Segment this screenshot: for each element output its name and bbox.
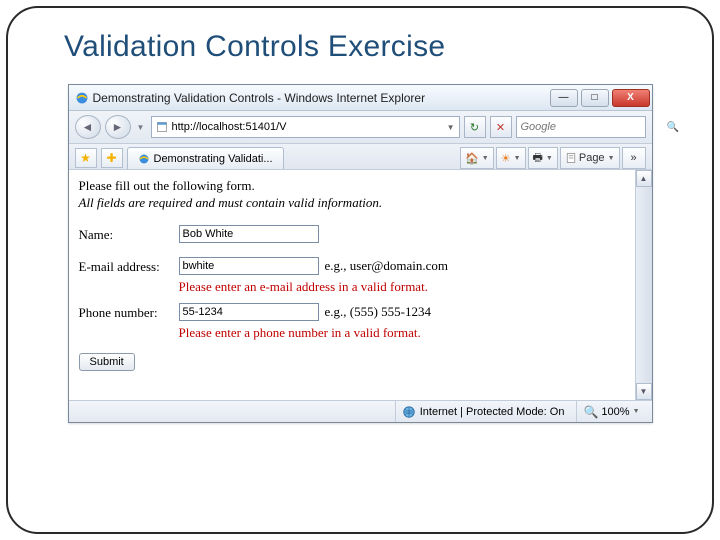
maximize-icon: □ [591,92,597,103]
chevron-right-icon: » [630,152,636,164]
search-box[interactable]: 🔍 [516,116,646,138]
minimize-button[interactable]: — [550,89,578,107]
back-arrow-icon: ◄ [82,120,94,134]
page-menu-button[interactable]: Page▼ [560,147,620,169]
feeds-icon: ☀ [501,152,511,165]
vertical-scrollbar[interactable]: ▲ ▼ [635,170,652,400]
ie-logo-icon [75,91,89,105]
scroll-up-button[interactable]: ▲ [636,170,652,187]
page-favicon-icon [156,121,168,133]
error-phone: Please enter a phone number in a valid f… [179,325,625,341]
forward-button[interactable]: ► [105,115,131,139]
zoom-text: 100% [601,406,629,418]
instruction-line-2: All fields are required and must contain… [79,195,625,211]
maximize-button[interactable]: □ [581,89,609,107]
nav-history-dropdown[interactable]: ▼ [135,115,147,139]
scroll-down-button[interactable]: ▼ [636,383,652,400]
home-icon: 🏠 [465,152,479,165]
stop-button[interactable]: ✕ [490,116,512,138]
zoom-control[interactable]: 🔍 100% ▼ [576,401,645,422]
tab-favicon-icon [138,153,150,165]
content-container: Please fill out the following form. All … [69,170,652,400]
tab-toolbar: ★ ✚ Demonstrating Validati... 🏠▼ ☀▼ 🖶▼ P… [69,144,652,170]
status-bar: Internet | Protected Mode: On 🔍 100% ▼ [69,400,652,422]
zone-text: Internet | Protected Mode: On [420,406,565,418]
address-input[interactable] [172,121,443,133]
add-favorites-button[interactable]: ✚ [101,148,123,168]
search-input[interactable] [521,121,664,133]
stop-icon: ✕ [496,121,505,134]
home-button[interactable]: 🏠▼ [460,147,494,169]
forward-arrow-icon: ► [112,120,124,134]
input-name[interactable] [179,225,319,243]
slide-title: Validation Controls Exercise [64,30,682,64]
hint-email: e.g., user@domain.com [325,257,449,274]
label-name: Name: [79,225,179,243]
favorites-center-button[interactable]: ★ [75,148,97,168]
page-menu-label: Page [579,152,605,164]
minimize-icon: — [559,92,569,103]
submit-button[interactable]: Submit [79,353,135,371]
slide-frame: Validation Controls Exercise Demonstrati… [6,6,714,534]
close-icon: X [627,92,634,103]
magnifier-icon: 🔍 [583,405,598,419]
error-email: Please enter an e-mail address in a vali… [179,279,625,295]
label-phone: Phone number: [79,303,179,321]
address-bar[interactable]: ▼ [151,116,460,138]
ie-window: Demonstrating Validation Controls - Wind… [68,84,653,423]
globe-icon [402,405,416,419]
hint-phone: e.g., (555) 555-1234 [325,303,432,320]
tab-label: Demonstrating Validati... [154,153,273,165]
feeds-button[interactable]: ☀▼ [496,147,526,169]
print-button[interactable]: 🖶▼ [528,147,558,169]
print-icon: 🖶 [533,149,543,168]
tools-overflow-button[interactable]: » [622,147,646,169]
page-content: Please fill out the following form. All … [69,170,635,400]
instruction-line-1: Please fill out the following form. [79,178,625,194]
scroll-track[interactable] [636,187,652,383]
security-zone[interactable]: Internet | Protected Mode: On [395,401,571,422]
refresh-button[interactable]: ↻ [464,116,486,138]
close-button[interactable]: X [612,89,650,107]
star-icon: ★ [80,151,91,165]
row-phone: Phone number: e.g., (555) 555-1234 [79,303,625,321]
search-go-button[interactable]: 🔍 [667,122,679,133]
row-email: E-mail address: e.g., user@domain.com [79,257,625,275]
star-plus-icon: ✚ [106,151,116,165]
row-name: Name: [79,225,625,243]
window-title: Demonstrating Validation Controls - Wind… [93,91,550,105]
tab-active[interactable]: Demonstrating Validati... [127,147,284,169]
page-menu-icon [565,152,577,164]
input-phone[interactable] [179,303,319,321]
input-email[interactable] [179,257,319,275]
nav-toolbar: ◄ ► ▼ ▼ ↻ ✕ 🔍 [69,111,652,144]
back-button[interactable]: ◄ [75,115,101,139]
zoom-dropdown-icon[interactable]: ▼ [633,408,640,415]
refresh-icon: ↻ [470,121,479,134]
label-email: E-mail address: [79,257,179,275]
window-titlebar[interactable]: Demonstrating Validation Controls - Wind… [69,85,652,111]
address-dropdown-icon[interactable]: ▼ [447,123,455,132]
